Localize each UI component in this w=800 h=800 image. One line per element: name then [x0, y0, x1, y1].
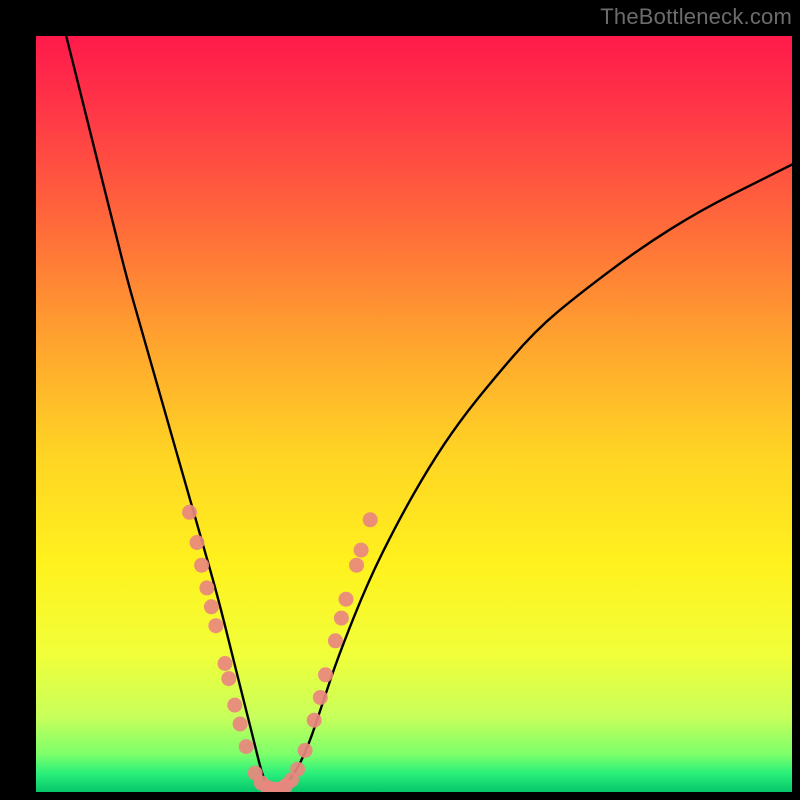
dot: [328, 633, 343, 648]
dot: [199, 580, 214, 595]
dot: [227, 698, 242, 713]
dot: [190, 535, 205, 550]
watermark-text: TheBottleneck.com: [600, 4, 792, 30]
bottleneck-curve: [66, 36, 792, 792]
dot: [182, 505, 197, 520]
dot: [363, 512, 378, 527]
dot: [354, 543, 369, 558]
dot: [307, 713, 322, 728]
dot: [218, 656, 233, 671]
plot-area: [36, 36, 792, 792]
dot: [298, 743, 313, 758]
dot: [221, 671, 236, 686]
dot: [318, 667, 333, 682]
dot: [233, 717, 248, 732]
dot: [204, 599, 219, 614]
dot: [313, 690, 328, 705]
chart-svg: [36, 36, 792, 792]
dot: [290, 762, 305, 777]
highlight-dots: [182, 505, 378, 792]
dot: [194, 558, 209, 573]
dot: [349, 558, 364, 573]
dot: [339, 592, 354, 607]
dot: [208, 618, 223, 633]
dot: [239, 739, 254, 754]
dot: [334, 611, 349, 626]
chart-frame: TheBottleneck.com: [0, 0, 800, 800]
